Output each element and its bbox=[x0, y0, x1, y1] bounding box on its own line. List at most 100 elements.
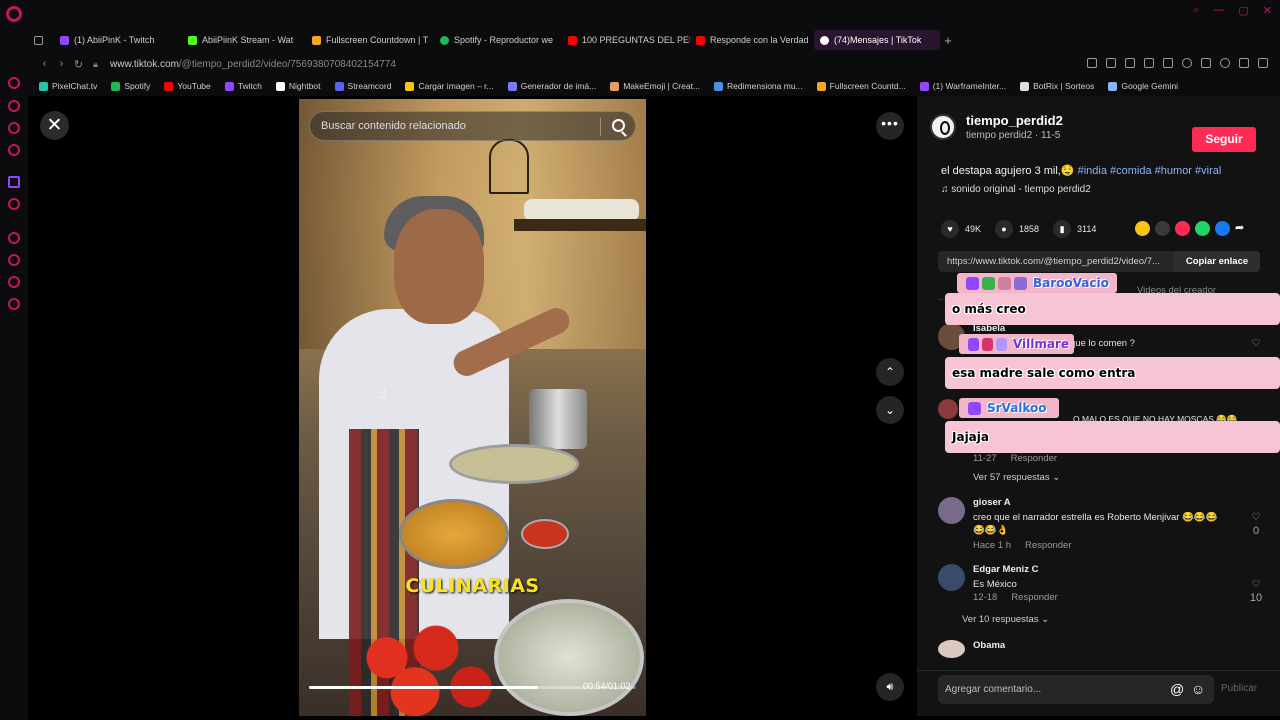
reply-button[interactable]: Responder bbox=[1011, 592, 1057, 603]
bookmark-icon bbox=[816, 81, 826, 91]
bookmark-item[interactable]: MakeEmoji | Creat... bbox=[605, 81, 705, 91]
author-avatar[interactable] bbox=[930, 114, 956, 140]
bookmark-item[interactable]: YouTube bbox=[159, 81, 215, 91]
like-button[interactable]: ♥ 49K bbox=[941, 220, 981, 238]
bookmark-item[interactable]: PixelChat.tv bbox=[34, 81, 102, 91]
publish-button[interactable]: Publicar bbox=[1221, 683, 1257, 694]
hashtag-link[interactable]: #viral bbox=[1195, 165, 1221, 177]
sidebar-twitch-icon[interactable] bbox=[8, 176, 20, 188]
bookmark-item[interactable]: Nightbot bbox=[271, 81, 326, 91]
related-search-input[interactable]: Buscar contenido relacionado bbox=[309, 111, 636, 141]
sidebar-history-icon[interactable] bbox=[8, 232, 20, 244]
previous-video-button[interactable]: ⌃ bbox=[876, 358, 904, 386]
shield-icon[interactable] bbox=[1125, 58, 1135, 68]
bookmark-item[interactable]: BotRix | Sorteos bbox=[1015, 81, 1099, 91]
sound-link[interactable]: ♫ sonido original - tiempo perdid2 bbox=[941, 184, 1091, 195]
search-icon[interactable]: ⌕ bbox=[1193, 4, 1199, 17]
hashtag-link[interactable]: #india bbox=[1078, 165, 1107, 177]
mention-icon[interactable]: @ bbox=[1170, 675, 1184, 704]
menu-icon[interactable] bbox=[1258, 58, 1268, 68]
save-button[interactable]: ▮ 3114 bbox=[1053, 220, 1096, 238]
comment-author[interactable]: Edgar Meniz C bbox=[973, 564, 1038, 575]
comment-like-count: 0 bbox=[1252, 525, 1260, 537]
tab-twitch[interactable]: (1) AbiiPinK - Twitch bbox=[54, 30, 182, 50]
sidebar-mail-icon[interactable] bbox=[8, 144, 20, 156]
video-progress-fill[interactable] bbox=[309, 686, 538, 689]
screenshot-icon[interactable] bbox=[1106, 58, 1116, 68]
comment-input[interactable]: Agregar comentario... @ ☺ bbox=[938, 675, 1214, 704]
bookmark-item[interactable]: Cargar imagen – r... bbox=[400, 81, 498, 91]
tab-overview-icon[interactable] bbox=[28, 30, 54, 50]
repost-icon[interactable] bbox=[1175, 221, 1190, 236]
maximize-icon[interactable]: ▢ bbox=[1238, 4, 1248, 17]
comment-button[interactable]: ● 1858 bbox=[995, 220, 1039, 238]
heart-icon[interactable] bbox=[1182, 58, 1192, 68]
author-info[interactable]: tiempo_perdid2 tiempo perdid2 · 11-5 bbox=[930, 113, 1063, 141]
embed-icon[interactable] bbox=[1155, 221, 1170, 236]
comment-like-button[interactable]: ♡ 0 bbox=[1249, 512, 1263, 537]
translate-icon[interactable] bbox=[1144, 58, 1154, 68]
comment-like-button[interactable]: ♡ 10 bbox=[1249, 579, 1263, 604]
coin-icon[interactable] bbox=[1135, 221, 1150, 236]
profile-icon[interactable] bbox=[1220, 58, 1230, 68]
sidebar-aria-icon[interactable] bbox=[8, 77, 20, 89]
copy-link-button[interactable]: Copiar enlace bbox=[1174, 251, 1260, 272]
twitch-badge-icon bbox=[966, 276, 979, 290]
close-window-icon[interactable]: ✕ bbox=[1263, 4, 1272, 17]
bookmark-item[interactable]: Streamcord bbox=[330, 81, 397, 91]
reload-icon[interactable]: ↻ bbox=[70, 58, 87, 71]
sidebar-clock-icon[interactable] bbox=[8, 254, 20, 266]
forward-icon[interactable]: › bbox=[53, 58, 70, 70]
bookmark-item[interactable]: Generador de imá... bbox=[503, 81, 602, 91]
video-player[interactable]: Buscar contenido relacionado CULINARIAS … bbox=[299, 99, 646, 716]
sidebar-youtube-icon[interactable] bbox=[8, 198, 20, 210]
comment-author[interactable]: Obama bbox=[973, 640, 1005, 651]
facebook-icon[interactable] bbox=[1215, 221, 1230, 236]
volume-button[interactable]: 🔊︎ bbox=[876, 673, 904, 701]
share-arrow-icon[interactable]: ➦ bbox=[1235, 221, 1250, 236]
minimize-icon[interactable]: — bbox=[1213, 4, 1224, 17]
bookmark-item[interactable]: (1) WarframeInter... bbox=[915, 81, 1011, 91]
author-username[interactable]: tiempo_perdid2 bbox=[966, 113, 1063, 128]
sidebar-settings-icon[interactable] bbox=[8, 298, 20, 310]
sidebar-send-icon[interactable] bbox=[8, 276, 20, 288]
comment-author[interactable]: gioser A bbox=[973, 497, 1011, 508]
emoji-icon[interactable]: ☺ bbox=[1191, 675, 1205, 704]
search-icon[interactable] bbox=[612, 119, 625, 132]
tab-youtube-preguntas[interactable]: 100 PREGUNTAS DEL PER bbox=[562, 30, 690, 50]
url-field[interactable]: www.tiktok.com/@tiempo_perdid2/video/756… bbox=[110, 59, 396, 70]
view-replies-button[interactable]: Ver 10 respuestas ⌄ bbox=[962, 614, 1049, 625]
play-icon[interactable] bbox=[1163, 58, 1173, 68]
tab-countdown[interactable]: Fullscreen Countdown | T bbox=[306, 30, 434, 50]
more-options-button[interactable]: ••• bbox=[876, 112, 904, 140]
extensions-icon[interactable] bbox=[1201, 58, 1211, 68]
hashtag-link[interactable]: #humor bbox=[1155, 165, 1192, 177]
close-video-button[interactable]: ✕ bbox=[40, 111, 69, 140]
tab-tiktok[interactable]: (74)Mensajes | TikTok bbox=[814, 30, 940, 50]
sidebar-heart-icon[interactable] bbox=[8, 122, 20, 134]
tab-spotify[interactable]: Spotify - Reproductor we bbox=[434, 30, 562, 50]
next-video-button[interactable]: ⌄ bbox=[876, 396, 904, 424]
follow-button[interactable]: Seguir bbox=[1192, 127, 1256, 152]
opera-logo-icon[interactable] bbox=[6, 6, 22, 22]
bookmark-item[interactable]: Google Gemini bbox=[1103, 81, 1183, 91]
pin-icon[interactable] bbox=[1087, 58, 1097, 68]
bookmark-item[interactable]: Redimensiona mu... bbox=[709, 81, 808, 91]
avatar[interactable] bbox=[938, 640, 965, 658]
hashtag-link[interactable]: #comida bbox=[1110, 165, 1152, 177]
avatar[interactable] bbox=[938, 497, 965, 524]
avatar[interactable] bbox=[938, 564, 965, 591]
reply-button[interactable]: Responder bbox=[1011, 453, 1057, 464]
tab-kick[interactable]: AbiiPiinK Stream - Wat bbox=[182, 30, 306, 50]
tab-youtube-responde[interactable]: Responde con la Verdad bbox=[690, 30, 814, 50]
new-tab-button[interactable]: + bbox=[940, 33, 956, 48]
whatsapp-icon[interactable] bbox=[1195, 221, 1210, 236]
view-replies-button[interactable]: Ver 57 respuestas ⌄ bbox=[973, 472, 1060, 483]
bookmark-item[interactable]: Spotify bbox=[106, 81, 155, 91]
bookmark-item[interactable]: Twitch bbox=[220, 81, 267, 91]
reply-button[interactable]: Responder bbox=[1025, 540, 1071, 551]
bookmark-item[interactable]: Fullscreen Countd... bbox=[812, 81, 911, 91]
download-icon[interactable] bbox=[1239, 58, 1249, 68]
back-icon[interactable]: ‹ bbox=[36, 58, 53, 70]
sidebar-bag-icon[interactable] bbox=[8, 100, 20, 112]
